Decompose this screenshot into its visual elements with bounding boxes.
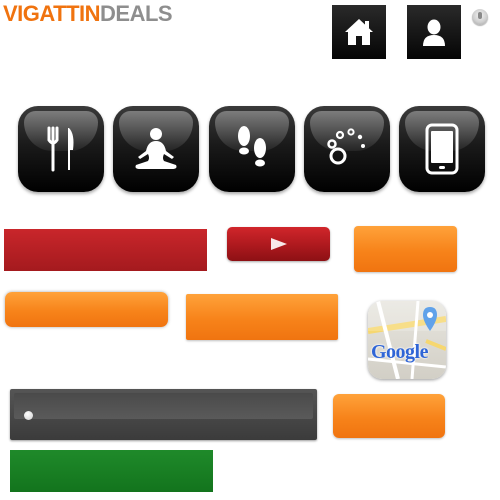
media-slider[interactable] bbox=[10, 389, 317, 440]
google-maps-icon bbox=[368, 301, 446, 379]
meditation-icon bbox=[135, 128, 177, 169]
profile-button[interactable] bbox=[407, 5, 461, 59]
video-play-button[interactable] bbox=[227, 227, 330, 261]
slider-track[interactable] bbox=[14, 393, 313, 419]
slider-thumb[interactable] bbox=[24, 411, 33, 420]
green-bar bbox=[10, 450, 213, 492]
orange-button-4[interactable] bbox=[333, 394, 445, 438]
category-food-button[interactable] bbox=[18, 106, 104, 192]
footsteps-icon bbox=[238, 126, 266, 167]
fork-knife-icon bbox=[47, 126, 74, 172]
phone-icon bbox=[425, 123, 459, 175]
category-activities-button[interactable] bbox=[209, 106, 295, 192]
dots-spinner-icon bbox=[327, 128, 365, 165]
google-wordmark-text: Google bbox=[371, 341, 429, 363]
info-icon[interactable] bbox=[472, 9, 488, 25]
orange-button-3[interactable] bbox=[186, 294, 338, 340]
play-icon bbox=[270, 238, 287, 250]
category-mobile-button[interactable] bbox=[399, 106, 485, 192]
category-wellness-button[interactable] bbox=[113, 106, 199, 192]
orange-button-1[interactable] bbox=[354, 226, 457, 272]
brand-logo: VIGATTINDEALS bbox=[3, 1, 173, 26]
google-maps-button[interactable]: Google bbox=[368, 301, 446, 379]
user-icon bbox=[423, 19, 445, 46]
category-more-button[interactable] bbox=[304, 106, 390, 192]
logo-text-part1: VIGATTIN bbox=[3, 1, 101, 26]
home-button[interactable] bbox=[332, 5, 386, 59]
google-wordmark: Google bbox=[371, 341, 429, 364]
home-icon bbox=[345, 19, 373, 45]
logo-text-part2: DEALS bbox=[100, 1, 173, 26]
orange-button-2[interactable] bbox=[5, 292, 168, 327]
red-bar bbox=[4, 229, 207, 271]
